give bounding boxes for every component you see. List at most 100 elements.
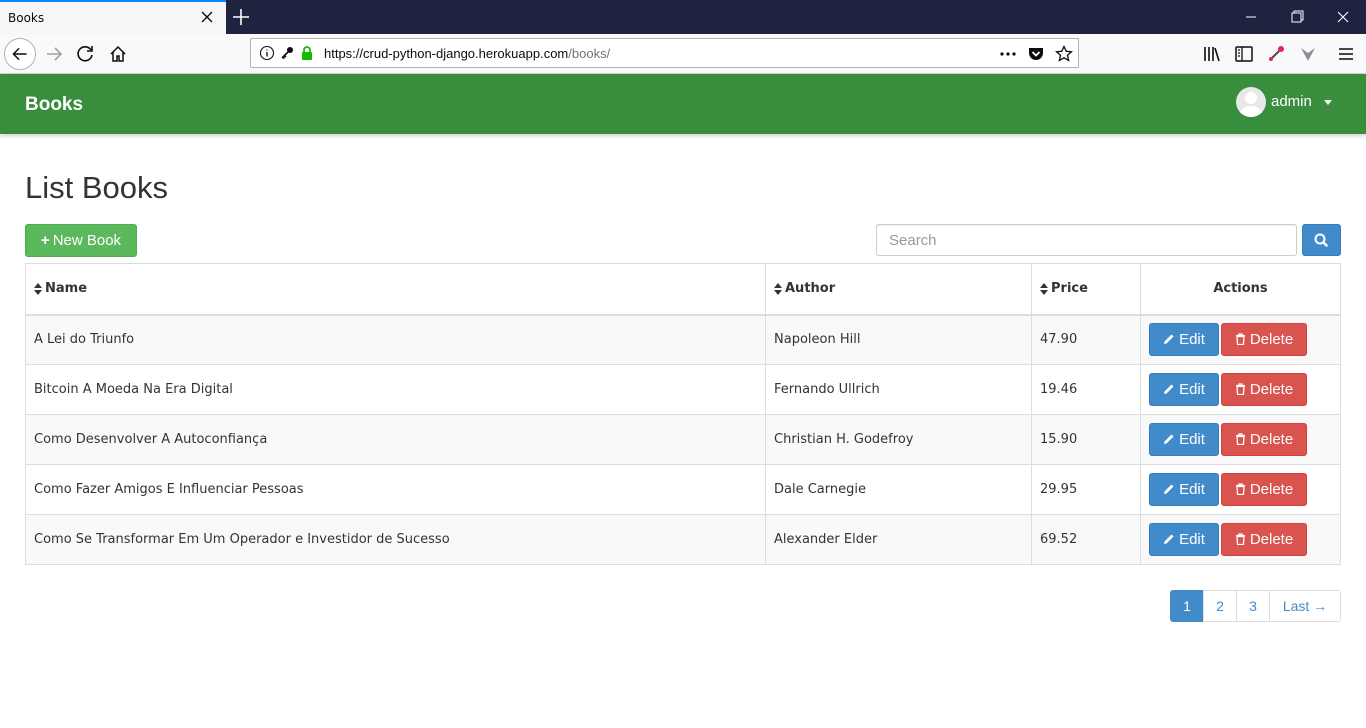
url-text: https://crud-python-django.herokuapp.com…	[324, 46, 610, 61]
pencil-icon	[1164, 434, 1174, 444]
page-title: List Books	[25, 170, 169, 205]
table-header-row: Name Author Price Actions	[25, 263, 1341, 316]
header-name[interactable]: Name	[25, 263, 766, 316]
trash-icon	[1235, 333, 1245, 346]
browser-tab-bar: Books	[0, 0, 1366, 34]
pencil-icon	[1164, 484, 1174, 494]
brand-link[interactable]: Books	[25, 94, 83, 116]
delete-button[interactable]: Delete	[1221, 373, 1307, 406]
pencil-icon	[1164, 334, 1174, 345]
search-button[interactable]	[1302, 224, 1341, 256]
book-price: 69.52	[1031, 514, 1141, 565]
bookmark-star-icon[interactable]	[1055, 45, 1073, 63]
books-table: Name Author Price Actions A Lei do Triun…	[25, 263, 1341, 565]
delete-label: Delete	[1249, 481, 1294, 498]
edit-button[interactable]: Edit	[1149, 373, 1219, 406]
tab-title: Books	[8, 11, 45, 25]
close-icon[interactable]	[200, 10, 214, 24]
caret-down-icon	[1324, 100, 1332, 105]
table-row: Como Fazer Amigos E Influenciar Pessoas …	[25, 464, 1341, 515]
book-author: Dale Carnegie	[765, 464, 1032, 515]
key-icon[interactable]	[279, 45, 295, 61]
edit-label: Edit	[1179, 481, 1205, 498]
new-book-label: New Book	[52, 232, 122, 249]
search-icon	[1314, 233, 1328, 247]
extension-icon[interactable]	[1266, 44, 1286, 64]
edit-button[interactable]: Edit	[1149, 423, 1219, 456]
book-author: Alexander Elder	[765, 514, 1032, 565]
table-row: Como Desenvolver A Autoconfiança Christi…	[25, 414, 1341, 465]
header-price-label: Price	[1051, 281, 1088, 297]
menu-icon[interactable]	[1336, 44, 1356, 64]
sort-icon	[774, 282, 782, 295]
edit-button[interactable]: Edit	[1149, 523, 1219, 556]
plus-icon: +	[40, 232, 50, 249]
edit-button[interactable]: Edit	[1149, 323, 1219, 357]
edit-label: Edit	[1179, 531, 1205, 548]
book-price: 15.90	[1031, 414, 1141, 465]
page-actions-icon[interactable]	[999, 45, 1017, 63]
new-book-button[interactable]: + New Book	[25, 224, 137, 257]
page-link-1[interactable]: 1	[1170, 590, 1204, 622]
library-icon[interactable]	[1202, 44, 1222, 64]
edit-label: Edit	[1179, 331, 1205, 349]
delete-button[interactable]: Delete	[1221, 423, 1307, 456]
sidebar-icon[interactable]	[1234, 44, 1254, 64]
delete-button[interactable]: Delete	[1221, 523, 1307, 556]
delete-button[interactable]: Delete	[1221, 473, 1307, 506]
edit-button[interactable]: Edit	[1149, 473, 1219, 506]
new-tab-icon[interactable]	[230, 6, 252, 28]
delete-label: Delete	[1249, 331, 1294, 349]
user-name: admin	[1271, 93, 1312, 110]
header-actions: Actions	[1140, 263, 1341, 316]
edit-label: Edit	[1179, 381, 1205, 398]
page-link-3[interactable]: 3	[1236, 590, 1270, 622]
pencil-icon	[1164, 384, 1174, 394]
header-price[interactable]: Price	[1031, 263, 1141, 316]
url-host: https://crud-python-django.herokuapp.com	[324, 46, 569, 61]
header-name-label: Name	[45, 281, 88, 297]
sort-icon	[1040, 282, 1048, 295]
pagination: 1 2 3 Last →	[1170, 590, 1341, 622]
search-input[interactable]	[876, 224, 1297, 256]
book-name: Bitcoin A Moeda Na Era Digital	[25, 364, 766, 415]
reload-icon[interactable]	[70, 38, 102, 70]
home-icon[interactable]	[102, 38, 134, 70]
page-link-last[interactable]: Last →	[1269, 590, 1341, 622]
pencil-icon	[1164, 534, 1174, 544]
restore-icon[interactable]	[1274, 0, 1320, 34]
avatar	[1236, 87, 1266, 117]
pocket-icon[interactable]	[1027, 45, 1045, 63]
table-row: Como Se Transformar Em Um Operador e Inv…	[25, 514, 1341, 565]
delete-button[interactable]: Delete	[1221, 323, 1307, 357]
info-icon[interactable]	[259, 45, 275, 61]
header-author[interactable]: Author	[765, 263, 1032, 316]
browser-tab[interactable]: Books	[0, 0, 226, 34]
book-name: Como Desenvolver A Autoconfiança	[25, 414, 766, 465]
delete-label: Delete	[1249, 381, 1294, 398]
forward-icon[interactable]	[38, 38, 70, 70]
header-author-label: Author	[785, 281, 836, 297]
back-icon[interactable]	[4, 38, 36, 70]
book-author: Christian H. Godefroy	[765, 414, 1032, 465]
app-navbar: Books admin	[0, 74, 1366, 134]
browser-toolbar: https://crud-python-django.herokuapp.com…	[0, 34, 1366, 74]
row-actions: Edit Delete	[1140, 514, 1341, 565]
book-author: Napoleon Hill	[765, 314, 1032, 365]
trash-icon	[1235, 483, 1245, 496]
vpn-extension-icon[interactable]	[1298, 44, 1318, 64]
url-path: /books/	[568, 46, 611, 61]
book-name: Como Fazer Amigos E Influenciar Pessoas	[25, 464, 766, 515]
row-actions: Edit Delete	[1140, 364, 1341, 415]
minimize-icon[interactable]	[1228, 0, 1274, 34]
edit-label: Edit	[1179, 431, 1205, 448]
lock-icon[interactable]	[299, 45, 315, 61]
sort-icon	[34, 282, 42, 295]
delete-label: Delete	[1249, 431, 1294, 448]
table-row: Bitcoin A Moeda Na Era Digital Fernando …	[25, 364, 1341, 415]
window-close-icon[interactable]	[1320, 0, 1366, 34]
trash-icon	[1235, 383, 1245, 396]
page-link-2[interactable]: 2	[1203, 590, 1237, 622]
delete-label: Delete	[1249, 531, 1294, 548]
url-bar[interactable]: https://crud-python-django.herokuapp.com…	[250, 38, 1079, 68]
